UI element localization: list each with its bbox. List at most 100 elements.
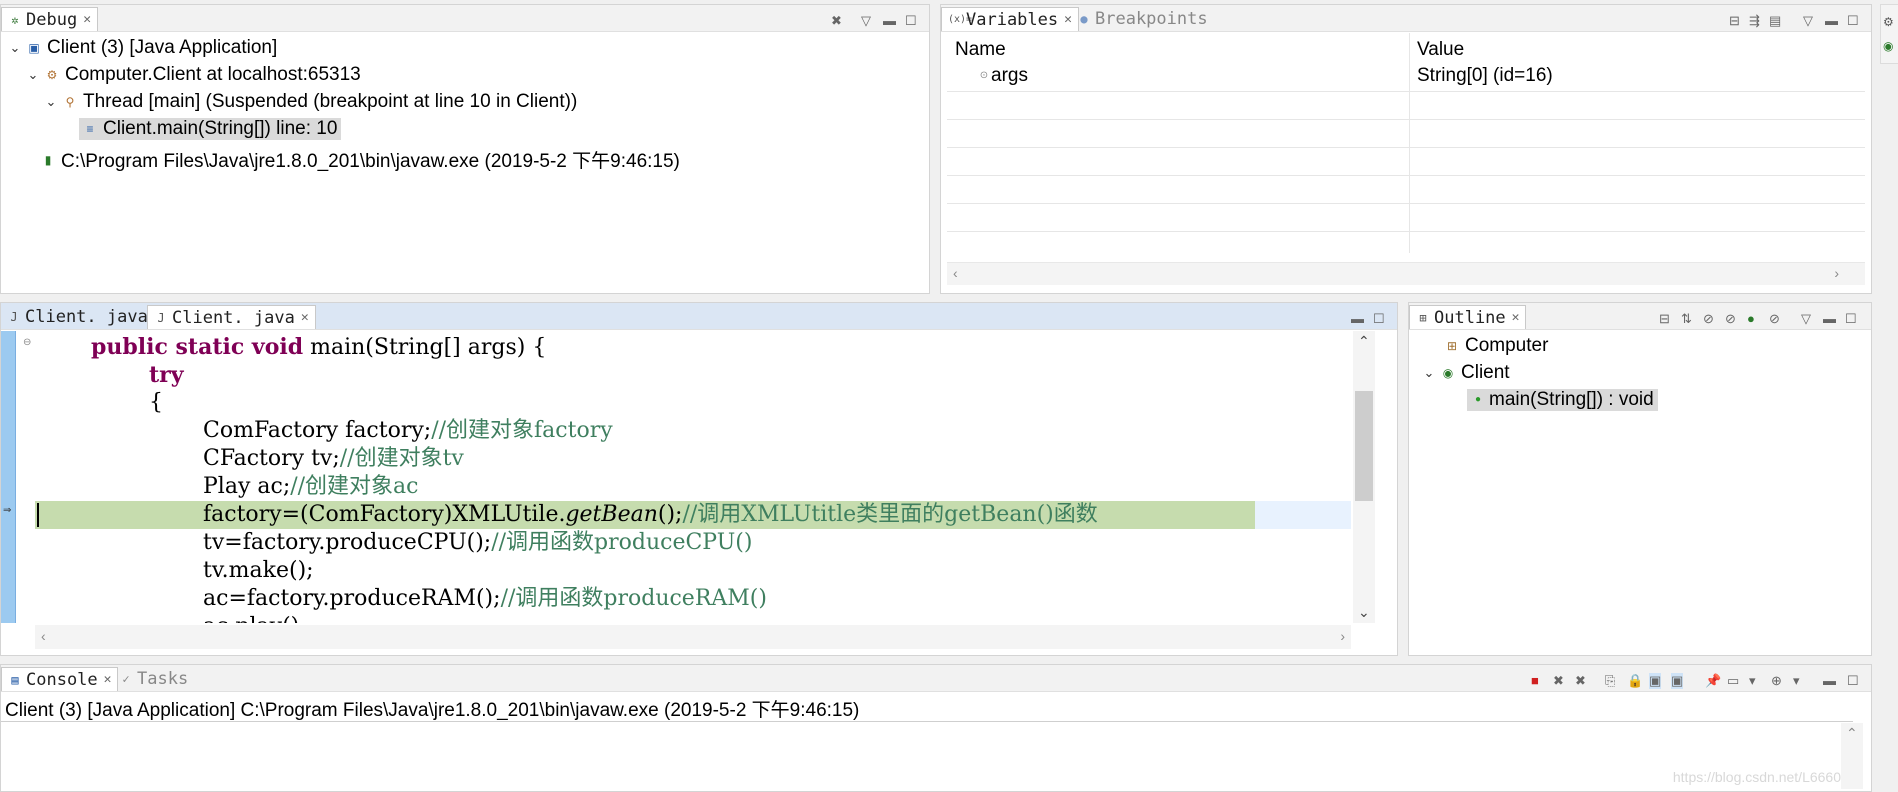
sort-icon[interactable]: ⇅ bbox=[1681, 311, 1692, 327]
code-text: CFactory tv; bbox=[203, 446, 340, 471]
collapse-all-icon[interactable]: ⊟ bbox=[1729, 13, 1740, 29]
tab-outline[interactable]: ⊞ Outline ✕ bbox=[1409, 305, 1527, 329]
minimize-icon[interactable]: ▬ bbox=[1825, 13, 1838, 28]
maximize-icon[interactable]: ☐ bbox=[1847, 673, 1859, 689]
variable-value: String[0] (id=16) bbox=[1417, 65, 1553, 86]
layout-icon[interactable]: ▤ bbox=[1769, 13, 1781, 29]
display-console-icon[interactable]: ▭ bbox=[1727, 673, 1739, 689]
tab-editor-2[interactable]: J Client. java ✕ bbox=[147, 305, 316, 329]
outline-item-package[interactable]: ⊞ Computer bbox=[1445, 335, 1548, 357]
overview-ruler bbox=[1377, 331, 1395, 623]
scroll-right-icon[interactable]: › bbox=[1834, 265, 1839, 281]
perspective-icon[interactable]: ⚙ bbox=[1883, 15, 1894, 29]
vertical-scrollbar[interactable]: ⌃ ⌄ bbox=[1353, 331, 1375, 623]
code-text: ac.play(); bbox=[203, 614, 307, 623]
tab-editor-1[interactable]: J Client. java bbox=[1, 305, 154, 329]
perspective-icon[interactable]: ◉ bbox=[1883, 39, 1893, 53]
tab-debug[interactable]: ✲ Debug ✕ bbox=[1, 7, 99, 31]
tree-item-target[interactable]: ⌄ ⚙ Computer.Client at localhost:65313 bbox=[27, 64, 361, 86]
chevron-down-icon[interactable]: ⌄ bbox=[1423, 365, 1435, 381]
view-menu-icon[interactable]: ▽ bbox=[861, 13, 871, 29]
console-tabbar: ▤ Console ✕ ✓ Tasks ■ ✖ ✖ ⎘ 🔒 ▣ ▣ 📌 ▭ ▾ … bbox=[1, 665, 1871, 692]
code-line-5: CFactory tv;//创建对象tv bbox=[203, 445, 464, 473]
collapse-icon[interactable]: ⊖ bbox=[23, 337, 31, 348]
open-console-icon[interactable]: ⊕ bbox=[1771, 673, 1782, 689]
code-area[interactable]: public static void main(String[] args) {… bbox=[35, 331, 1351, 623]
minimize-icon[interactable]: ▬ bbox=[1823, 311, 1836, 326]
clear-console-icon[interactable]: ⎘ bbox=[1605, 673, 1615, 689]
column-header-name[interactable]: Name bbox=[955, 39, 1006, 61]
scroll-lock-icon[interactable]: 🔒 bbox=[1627, 673, 1643, 689]
code-line-3: { bbox=[149, 389, 163, 417]
dropdown-icon[interactable]: ▾ bbox=[1749, 673, 1756, 689]
pin-console-icon[interactable]: 📌 bbox=[1705, 673, 1721, 689]
tab-console[interactable]: ▤ Console ✕ bbox=[1, 667, 119, 691]
remove-terminated-icon[interactable]: ✖ bbox=[831, 13, 842, 29]
maximize-icon[interactable]: ☐ bbox=[1373, 311, 1385, 327]
view-menu-icon[interactable]: ▽ bbox=[1803, 13, 1813, 29]
minimize-icon[interactable]: ▬ bbox=[883, 13, 896, 28]
hide-local-types-icon[interactable]: ⊘ bbox=[1769, 311, 1780, 327]
table-row[interactable]: ⊙ args String[0] (id=16) bbox=[947, 65, 1865, 91]
tree-item-thread[interactable]: ⌄ ⚲ Thread [main] (Suspended (breakpoint… bbox=[45, 91, 578, 113]
tree-item-process[interactable]: ▮ C:\Program Files\Java\jre1.8.0_201\bin… bbox=[41, 146, 680, 173]
collapse-all-icon[interactable]: ⊟ bbox=[1659, 311, 1670, 327]
code-text: ac=factory.produceRAM(); bbox=[203, 586, 501, 611]
console-vertical-scrollbar[interactable]: ⌃ bbox=[1841, 723, 1863, 789]
maximize-icon[interactable]: ☐ bbox=[905, 13, 917, 29]
console-output[interactable] bbox=[1, 723, 1841, 789]
horizontal-scrollbar[interactable]: ‹ › bbox=[35, 625, 1351, 649]
maximize-icon[interactable]: ☐ bbox=[1847, 13, 1859, 29]
chevron-down-icon[interactable]: ⌄ bbox=[27, 67, 39, 83]
comment: //创建对象ac bbox=[290, 474, 419, 499]
hide-nonpublic-icon[interactable]: ● bbox=[1747, 311, 1755, 326]
scroll-down-icon[interactable]: ⌄ bbox=[1358, 604, 1370, 621]
tree-item-label: Thread [main] (Suspended (breakpoint at … bbox=[83, 91, 578, 112]
horizontal-scrollbar[interactable]: ‹ › bbox=[947, 262, 1865, 285]
thread-suspended-icon: ⚲ bbox=[65, 95, 75, 109]
close-icon[interactable]: ✕ bbox=[1512, 310, 1520, 325]
tree-item-label: Computer.Client at localhost:65313 bbox=[65, 64, 361, 85]
close-icon[interactable]: ✕ bbox=[104, 672, 112, 687]
tab-variables[interactable]: (x)= Variables ✕ bbox=[941, 7, 1079, 31]
scroll-right-icon[interactable]: › bbox=[1340, 628, 1345, 644]
view-menu-icon[interactable]: ▽ bbox=[1801, 311, 1811, 327]
scroll-left-icon[interactable]: ‹ bbox=[41, 628, 46, 644]
variable-name: args bbox=[991, 65, 1028, 86]
column-header-value[interactable]: Value bbox=[1417, 39, 1464, 61]
show-type-names-icon[interactable]: ⇶ bbox=[1749, 13, 1760, 29]
tasks-icon: ✓ bbox=[122, 672, 130, 686]
tree-item-launch[interactable]: ⌄ ▣ Client (3) [Java Application] bbox=[9, 37, 278, 59]
method-selected[interactable]: ● main(String[]) : void bbox=[1467, 389, 1658, 411]
show-on-stderr-icon[interactable]: ▣ bbox=[1671, 673, 1684, 689]
dropdown-icon[interactable]: ▾ bbox=[1793, 673, 1800, 689]
show-on-stdout-icon[interactable]: ▣ bbox=[1649, 673, 1662, 689]
chevron-down-icon[interactable]: ⌄ bbox=[9, 40, 21, 56]
minimize-icon[interactable]: ▬ bbox=[1823, 673, 1836, 688]
remove-launch-icon[interactable]: ✖ bbox=[1553, 673, 1564, 689]
outline-item-class[interactable]: ⌄ ◉ Client bbox=[1423, 362, 1510, 384]
hide-fields-icon[interactable]: ⊘ bbox=[1703, 311, 1714, 327]
tab-tasks[interactable]: ✓ Tasks bbox=[113, 667, 194, 691]
stackframe-selected[interactable]: ≡ Client.main(String[]) line: 10 bbox=[79, 118, 342, 140]
debug-tabbar: ✲ Debug ✕ ✖ ▽ ▬ ☐ bbox=[1, 5, 929, 32]
tab-breakpoints[interactable]: ● Breakpoints bbox=[1071, 7, 1214, 31]
terminate-icon[interactable]: ■ bbox=[1531, 673, 1539, 688]
tree-item-stackframe[interactable]: ≡ Client.main(String[]) line: 10 bbox=[79, 118, 342, 140]
tab-tasks-label: Tasks bbox=[137, 669, 189, 689]
scroll-left-icon[interactable]: ‹ bbox=[953, 265, 958, 281]
code-line-2: try bbox=[149, 361, 184, 390]
scroll-up-icon[interactable]: ⌃ bbox=[1846, 725, 1858, 742]
chevron-down-icon[interactable]: ⌄ bbox=[45, 94, 57, 110]
scroll-thumb[interactable] bbox=[1355, 391, 1373, 501]
outline-item-method[interactable]: ● main(String[]) : void bbox=[1467, 389, 1658, 411]
close-icon[interactable]: ✕ bbox=[83, 12, 91, 27]
hide-static-icon[interactable]: ⊘ bbox=[1725, 311, 1736, 327]
variables-tabbar: (x)= Variables ✕ ● Breakpoints ⊟ ⇶ ▤ ▽ ▬… bbox=[941, 5, 1871, 32]
close-icon[interactable]: ✕ bbox=[301, 310, 309, 325]
scroll-up-icon[interactable]: ⌃ bbox=[1358, 333, 1370, 350]
code-line-11: ac.play(); bbox=[203, 613, 307, 623]
minimize-icon[interactable]: ▬ bbox=[1351, 311, 1364, 326]
maximize-icon[interactable]: ☐ bbox=[1845, 311, 1857, 327]
remove-all-terminated-icon[interactable]: ✖ bbox=[1575, 673, 1586, 689]
